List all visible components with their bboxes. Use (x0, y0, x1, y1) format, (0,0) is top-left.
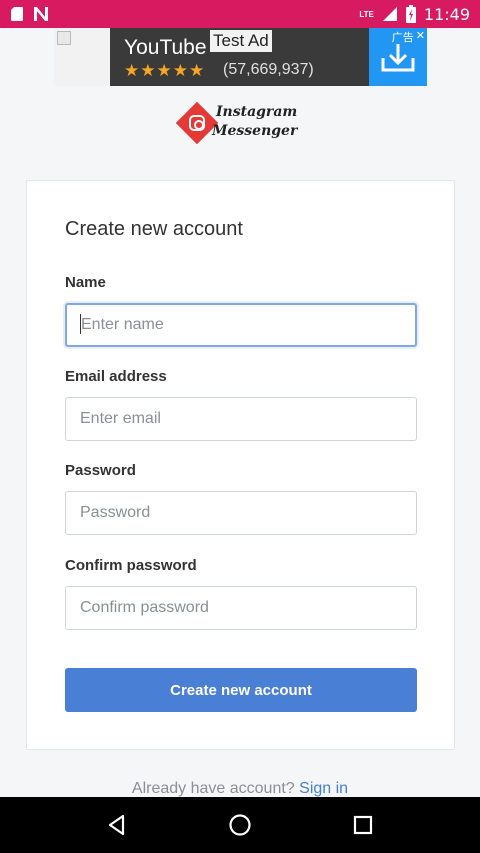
instagram-icon (189, 115, 205, 131)
navigation-bar (0, 797, 480, 853)
ad-label: Test Ad (210, 30, 272, 52)
status-indicators: LTE 11:49 (359, 5, 470, 24)
text-cursor (80, 314, 81, 334)
confirm-password-label: Confirm password (65, 557, 197, 574)
status-bar: LTE 11:49 (0, 0, 480, 28)
ad-tag[interactable]: 广告 ✕ (392, 29, 425, 45)
form-title: Create new account (65, 218, 243, 240)
sd-card-icon (11, 7, 23, 21)
recents-button[interactable] (343, 805, 383, 845)
ad-banner[interactable]: YouTube Test Ad ★★★★★ (57,669,937) 广告 ✕ (54, 28, 427, 86)
ad-download-button[interactable]: 广告 ✕ (369, 28, 427, 86)
signin-prompt: Already have account? Sign in (0, 780, 480, 798)
password-label: Password (65, 462, 136, 479)
clock: 11:49 (423, 4, 470, 24)
ad-title: YouTube (124, 36, 207, 59)
home-icon (229, 814, 251, 836)
broken-image-icon (57, 31, 71, 45)
recents-icon (354, 815, 373, 835)
ad-tag-label: 广告 (391, 32, 414, 44)
app-logo: Instagram Messenger (175, 101, 306, 146)
password-input[interactable] (65, 491, 417, 535)
logo-text-line1: Instagram (216, 104, 298, 120)
name-label: Name (65, 274, 106, 291)
ad-rating-count: (57,669,937) (223, 61, 314, 78)
signin-prompt-text: Already have account? (131, 780, 295, 797)
ad-close-icon[interactable]: ✕ (416, 29, 425, 45)
back-button[interactable] (97, 805, 137, 845)
email-label: Email address (65, 368, 167, 385)
ad-rating-stars: ★★★★★ (124, 61, 206, 80)
network-type: LTE (359, 9, 374, 19)
battery-icon (405, 5, 416, 23)
back-icon (108, 814, 124, 836)
name-input[interactable] (65, 303, 417, 347)
create-account-button[interactable]: Create new account (65, 668, 417, 712)
ad-content[interactable]: YouTube Test Ad ★★★★★ (57,669,937) (110, 28, 369, 86)
email-input[interactable] (65, 397, 417, 441)
ad-image[interactable] (54, 28, 110, 86)
n-logo-icon (34, 7, 48, 21)
signup-card: Create new account Name Email address Pa… (26, 180, 455, 750)
signin-link[interactable]: Sign in (299, 780, 348, 797)
signal-icon (382, 7, 397, 21)
home-button[interactable] (220, 805, 260, 845)
confirm-password-input[interactable] (65, 586, 417, 630)
logo-text-line2: Messenger (212, 123, 298, 139)
status-notifications (10, 6, 50, 22)
